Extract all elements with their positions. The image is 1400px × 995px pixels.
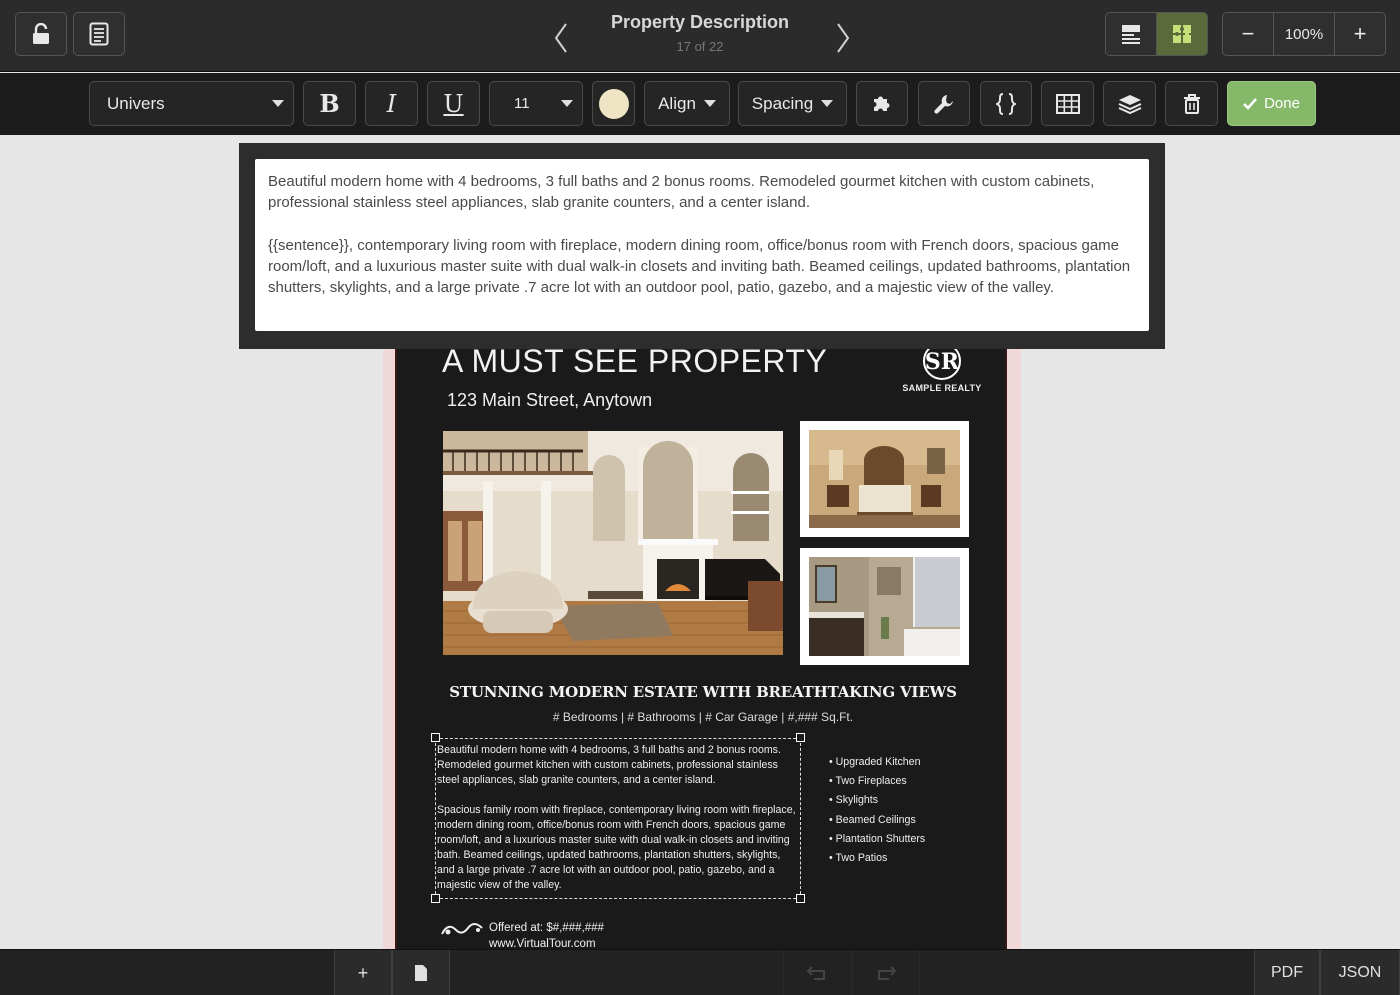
export-pdf-button[interactable]: PDF: [1254, 950, 1320, 995]
top-bar: Property Description 17 of 22 − 100% +: [0, 0, 1400, 72]
page-indicator: 17 of 22: [676, 39, 724, 54]
redo-icon: [875, 965, 897, 981]
puzzle-grid-icon: [1171, 23, 1193, 45]
table-button[interactable]: [1041, 81, 1094, 126]
document-list-icon: [89, 22, 109, 46]
editor-paragraph: {{sentence}}, contemporary living room w…: [268, 236, 1131, 297]
settings-button[interactable]: [918, 81, 970, 126]
feature-item: Skylights: [829, 791, 925, 810]
bathroom-photo[interactable]: [800, 548, 969, 665]
page-icon: [415, 965, 427, 981]
export-json-button[interactable]: JSON: [1320, 950, 1400, 995]
feature-item: Upgraded Kitchen: [829, 753, 925, 772]
description-paragraph: Spacious family room with fireplace, con…: [437, 804, 796, 891]
logo-name: SAMPLE REALTY: [902, 383, 982, 393]
resize-handle-top-right[interactable]: [796, 733, 805, 742]
check-icon: [1243, 97, 1258, 110]
underline-button[interactable]: U: [427, 81, 480, 126]
zoom-level[interactable]: 100%: [1273, 13, 1335, 55]
chevron-down-icon: [272, 100, 284, 107]
offered-price[interactable]: Offered at: $#,###,###: [489, 922, 604, 934]
view-toggle-group: [1105, 12, 1208, 56]
italic-button[interactable]: I: [365, 81, 418, 126]
plugins-button[interactable]: [856, 81, 908, 126]
puzzle-icon: [871, 93, 893, 115]
estate-title[interactable]: STUNNING MODERN ESTATE WITH BREATHTAKING…: [397, 683, 1005, 701]
text-color-button[interactable]: [592, 81, 635, 126]
font-size-value: 11: [514, 95, 530, 112]
trash-icon: [1182, 93, 1202, 115]
resize-handle-bottom-left[interactable]: [431, 894, 440, 903]
zoom-control: − 100% +: [1222, 12, 1386, 56]
editor-paragraph: Beautiful modern home with 4 bedrooms, 3…: [268, 173, 1095, 212]
variables-button[interactable]: [980, 81, 1032, 126]
text-editor-panel: Beautiful modern home with 4 bedrooms, 3…: [239, 143, 1165, 349]
align-label: Align: [658, 93, 696, 113]
font-family-select[interactable]: Univers: [89, 81, 294, 126]
resize-handle-top-left[interactable]: [431, 733, 440, 742]
description-paragraph: Beautiful modern home with 4 bedrooms, 3…: [437, 744, 781, 786]
living-room-photo[interactable]: [443, 431, 783, 655]
braces-icon: [996, 92, 1016, 116]
format-toolbar: Univers B I U 11 Align Spacing Done: [0, 73, 1400, 135]
property-specs[interactable]: # Bedrooms | # Bathrooms | # Car Garage …: [397, 710, 1005, 724]
align-dropdown[interactable]: Align: [644, 81, 730, 126]
description-textbox[interactable]: Beautiful modern home with 4 bedrooms, 3…: [435, 738, 801, 899]
layout-view-button[interactable]: [1106, 13, 1157, 55]
spacing-label: Spacing: [751, 93, 814, 113]
text-editor-field[interactable]: Beautiful modern home with 4 bedrooms, 3…: [255, 159, 1149, 331]
page-settings-button[interactable]: [392, 950, 450, 995]
bold-button[interactable]: B: [303, 81, 356, 126]
zoom-in-button[interactable]: +: [1335, 13, 1385, 55]
flyer-address[interactable]: 123 Main Street, Anytown: [447, 390, 652, 411]
table-icon: [1055, 93, 1080, 114]
feature-item: Two Patios: [829, 849, 925, 868]
zoom-out-button[interactable]: −: [1223, 13, 1273, 55]
chevron-down-icon: [703, 100, 716, 107]
font-family-value: Univers: [107, 93, 165, 113]
logo-initials: SR: [925, 349, 960, 375]
color-swatch: [598, 88, 629, 119]
feature-item: Two Fireplaces: [829, 772, 925, 791]
add-page-button[interactable]: +: [334, 950, 392, 995]
document-title: Property Description 17 of 22: [560, 12, 840, 54]
spacing-dropdown[interactable]: Spacing: [738, 81, 847, 126]
done-button[interactable]: Done: [1227, 81, 1316, 126]
bedroom-photo[interactable]: [800, 421, 969, 537]
font-size-select[interactable]: 11: [489, 81, 583, 126]
layers-icon: [1118, 93, 1142, 115]
wrench-icon: [933, 93, 955, 115]
virtual-tour-url[interactable]: www.VirtualTour.com: [489, 938, 596, 949]
bottom-bar: + PDF JSON: [0, 949, 1400, 995]
resize-handle-bottom-right[interactable]: [796, 894, 805, 903]
feature-item: Plantation Shutters: [829, 830, 926, 849]
flyer-page: A MUST SEE PROPERTY SR SAMPLE REALTY 123…: [395, 337, 1007, 949]
flourish-icon: [440, 922, 486, 938]
next-page-button[interactable]: [834, 22, 852, 54]
features-list[interactable]: Upgraded Kitchen Two Fireplaces Skylight…: [829, 753, 925, 868]
pages-list-button[interactable]: [73, 12, 125, 56]
done-label: Done: [1264, 95, 1300, 112]
page-title: Property Description: [610, 12, 790, 32]
layout-icon: [1120, 23, 1142, 45]
undo-icon: [806, 965, 828, 981]
delete-button[interactable]: [1165, 81, 1218, 126]
undo-button[interactable]: [783, 950, 851, 995]
chevron-down-icon: [561, 100, 573, 107]
feature-item: Beamed Ceilings: [829, 811, 925, 830]
layers-button[interactable]: [1103, 81, 1156, 126]
chevron-down-icon: [821, 100, 834, 107]
redo-button[interactable]: [852, 950, 920, 995]
unlock-button[interactable]: [15, 12, 67, 56]
puzzle-view-button[interactable]: [1157, 13, 1207, 55]
chevron-right-icon: [834, 22, 852, 54]
unlock-icon: [31, 23, 51, 45]
